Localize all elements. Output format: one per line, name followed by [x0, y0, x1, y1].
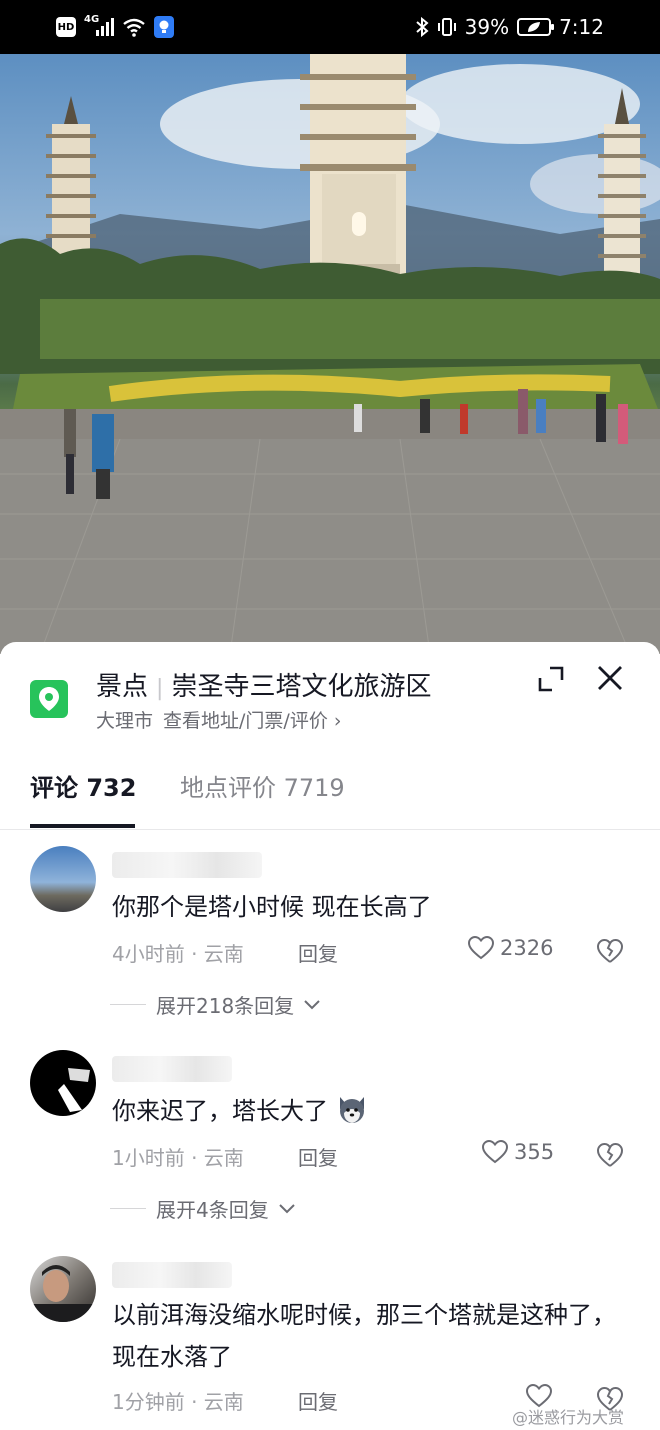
avatar[interactable] [30, 1050, 96, 1116]
main-pagoda [300, 54, 416, 290]
wifi-icon [123, 18, 145, 37]
comment-text: 以前洱海没缩水呢时候，那三个塔就是这种了，现在水落了 [112, 1301, 616, 1371]
comment-meta: 4小时前 · 云南 [112, 942, 244, 966]
video-scene[interactable] [0, 54, 660, 654]
reply-button[interactable]: 回复 [298, 1386, 338, 1415]
cellular-signal-icon: 4G [84, 14, 114, 38]
poi-details-link[interactable]: 查看地址/门票/评价 › [163, 710, 341, 732]
left-pagoda [46, 96, 96, 274]
three-pagodas-photo [0, 54, 660, 654]
like-count: 355 [514, 1140, 555, 1164]
poi-title[interactable]: 景点 | 崇圣寺三塔文化旅游区 [96, 666, 431, 703]
active-tab-indicator [30, 824, 135, 828]
reply-button[interactable]: 回复 [298, 1142, 338, 1171]
comment-text-body: 你来迟了，塔长大了 [112, 1097, 328, 1125]
expand-replies-button[interactable]: 展开218条回复 [110, 990, 320, 1019]
heart-icon [468, 936, 494, 960]
battery-percent: 39% [464, 15, 510, 39]
bluetooth-icon [415, 16, 429, 38]
vibrate-icon [437, 18, 456, 36]
battery-saver-icon [517, 18, 555, 36]
poi-city: 大理市 [96, 710, 154, 732]
expand-replies-label: 展开218条回复 [156, 994, 295, 1018]
divider-line [110, 1004, 146, 1005]
expand-replies-button[interactable]: 展开4条回复 [110, 1194, 295, 1223]
clock: 7:12 [559, 15, 604, 39]
username-blurred[interactable] [112, 1056, 232, 1082]
broken-heart-icon[interactable] [596, 938, 624, 964]
comment-meta: 1小时前 · 云南 [112, 1146, 244, 1170]
comment-tabs: 评论 732 地点评价 7719 [0, 760, 660, 830]
avatar[interactable] [30, 1256, 96, 1322]
hd-voice-icon: HD [56, 17, 76, 37]
chevron-down-icon [304, 999, 320, 1009]
network-type-label: 4G [84, 14, 100, 25]
avatar[interactable] [30, 846, 96, 912]
broken-heart-icon[interactable] [596, 1142, 624, 1168]
like-button[interactable]: 355 [482, 1140, 554, 1164]
like-button[interactable]: 2326 [468, 936, 553, 960]
husky-dog-emoji-icon [339, 1097, 364, 1123]
poi-name: 崇圣寺三塔文化旅游区 [171, 672, 432, 702]
lightbulb-icon [154, 16, 174, 38]
location-pin-icon[interactable] [30, 680, 68, 718]
title-divider: | [156, 676, 164, 701]
reply-button[interactable]: 回复 [298, 938, 338, 967]
poi-subtitle: 大理市 查看地址/门票/评价 › [96, 706, 341, 733]
expand-icon[interactable] [536, 664, 566, 694]
username-blurred[interactable] [112, 1262, 232, 1288]
like-count: 2326 [500, 936, 554, 960]
chevron-down-icon [279, 1203, 295, 1213]
status-bar: HD 4G 39% 7:12 [0, 0, 660, 54]
tab-place-reviews[interactable]: 地点评价 7719 [180, 768, 345, 803]
close-icon[interactable] [594, 662, 626, 694]
comment-meta: 1分钟前 · 云南 [112, 1390, 244, 1414]
divider-line [110, 1208, 146, 1209]
poi-category: 景点 [96, 672, 149, 702]
tab-comments[interactable]: 评论 732 [30, 768, 136, 803]
comment-text: 你来迟了，塔长大了 [112, 1090, 622, 1132]
comment-text: 你那个是塔小时候 现在长高了 [112, 893, 432, 921]
heart-icon [482, 1140, 508, 1164]
expand-replies-label: 展开4条回复 [156, 1198, 269, 1222]
username-blurred[interactable] [112, 852, 262, 878]
weibo-watermark: @迷惑行为大赏 [512, 1408, 625, 1427]
